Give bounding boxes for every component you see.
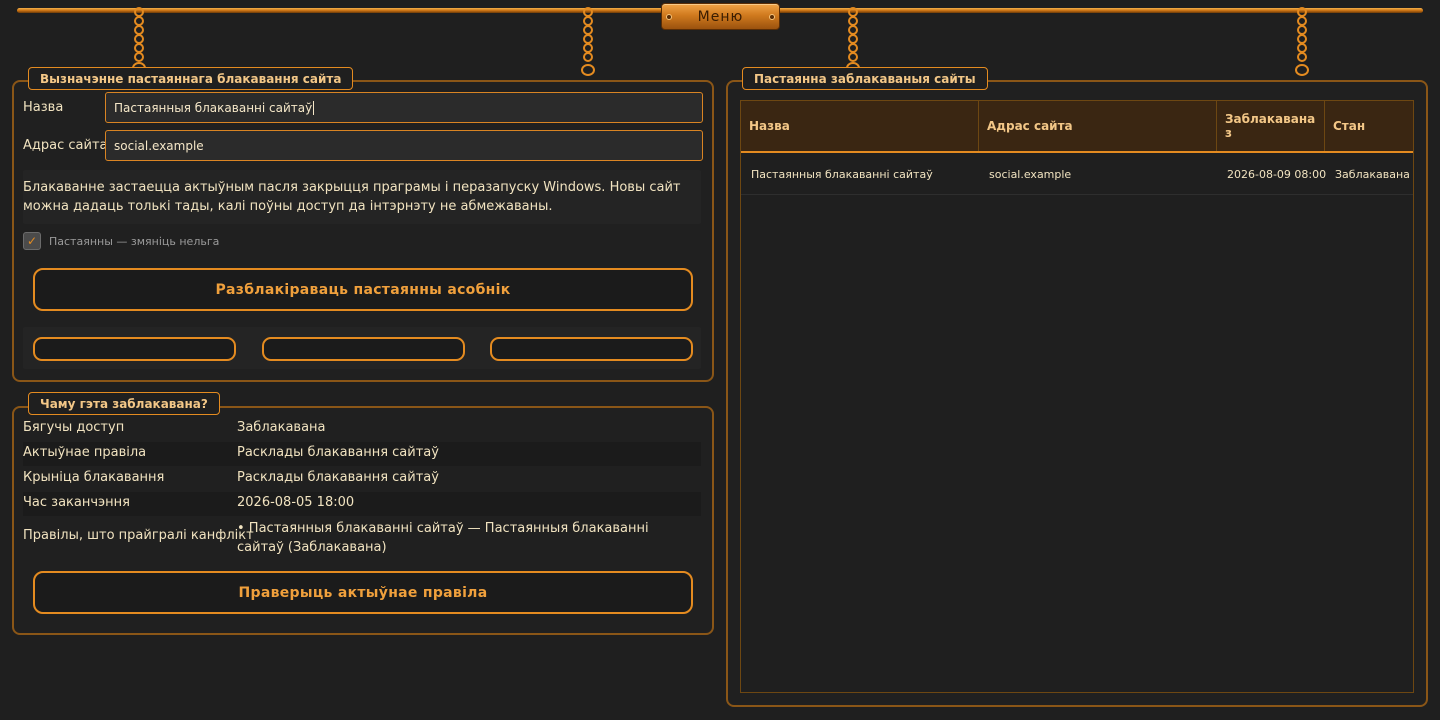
column-header-name[interactable]: Назва [741,101,979,151]
permanent-checkbox-label: Пастаянны — змяніць нельга [49,235,220,248]
text-caret [313,100,315,115]
status-key: Час заканчэння [23,495,130,510]
status-value: Заблакавана [237,420,326,435]
column-header-blocked-since[interactable]: Заблакавана з [1217,101,1325,151]
status-value: Расклады блакавання сайтаў [237,470,439,485]
chain-icon [1295,7,1309,76]
status-key: Актыўнае правіла [23,445,147,460]
cell-blocked-since: 2026-08-09 08:00 [1227,168,1327,181]
address-input-value: social.example [114,138,204,153]
menu-button-label: Меню [697,8,744,25]
column-header-status[interactable]: Стан [1325,101,1413,151]
definition-panel-title: Вызначэнне пастаяннага блакавання сайта [28,67,354,90]
status-row: Крыніца блакавання Расклады блакавання с… [23,467,701,491]
why-panel-title: Чаму гэта заблакавана? [28,392,220,415]
status-row: Бягучы доступ Заблакавана [23,417,701,441]
status-value: • Пастаянныя блакаванні сайтаў — Пастаян… [237,521,649,555]
status-row: Час заканчэння 2026-08-05 18:00 [23,492,701,516]
status-key: Правілы, што прайгралі канфлікт [23,528,254,543]
name-input[interactable]: Пастаянныя блакаванні сайтаў [105,92,703,123]
cell-name: Пастаянныя блакаванні сайтаў [751,168,933,181]
check-active-rule-button[interactable]: Праверыць актыўнае правіла [33,571,693,614]
action-button-3[interactable] [490,337,693,361]
action-button-2[interactable] [262,337,465,361]
table-header: Назва Адрас сайта Заблакавана з Стан [741,101,1413,153]
blocked-sites-panel-title: Пастаянна заблакаваныя сайты [742,67,988,90]
status-key: Бягучы доступ [23,420,125,435]
action-button-1[interactable] [33,337,236,361]
rivet-icon [666,14,672,20]
cell-status: Заблакавана [1335,168,1410,181]
column-header-address[interactable]: Адрас сайта [979,101,1217,151]
status-value: Расклады блакавання сайтаў [237,445,439,460]
address-input[interactable]: social.example [105,130,703,161]
chain-icon [581,7,595,76]
menu-button[interactable]: Меню [661,3,780,30]
unblock-permanent-button[interactable]: Разблакіраваць пастаянны асобнік [33,268,693,311]
status-row: Актыўнае правіла Расклады блакавання сай… [23,442,701,466]
status-row: Правілы, што прайгралі канфлікт • Пастая… [23,517,701,557]
blocked-sites-table[interactable]: Назва Адрас сайта Заблакавана з Стан Пас… [740,100,1414,693]
cell-address: social.example [989,168,1072,181]
permanent-checkbox[interactable]: ✓ [23,232,41,250]
check-icon: ✓ [26,234,38,248]
info-text: Блакаванне застаецца актыўным пасля закр… [23,180,681,214]
name-label: Назва [23,100,64,115]
table-row[interactable]: Пастаянныя блакаванні сайтаў social.exam… [741,154,1413,195]
rivet-icon [769,14,775,20]
name-input-value: Пастаянныя блакаванні сайтаў [114,100,313,115]
status-key: Крыніца блакавання [23,470,165,485]
status-value: 2026-08-05 18:00 [237,495,355,510]
address-label: Адрас сайта [23,138,108,153]
